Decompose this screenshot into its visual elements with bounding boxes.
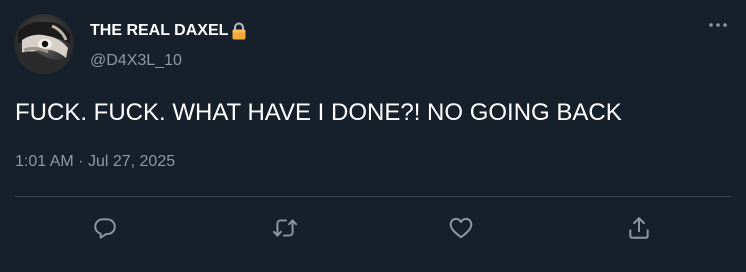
retweet-icon	[272, 219, 298, 237]
more-options-button[interactable]	[703, 15, 733, 35]
tweet-timestamp[interactable]: 1:01 AM · Jul 27, 2025	[15, 152, 175, 172]
display-name-text: THE REAL DAXEL	[90, 22, 229, 39]
meta-separator: ·	[78, 153, 84, 170]
tweet-date: Jul 27, 2025	[87, 153, 176, 170]
divider	[15, 196, 731, 197]
retweet-button[interactable]	[269, 212, 301, 244]
tweet-card: THE REAL DAXEL @D4X3L_10 FUCK. FUCK. WHA…	[0, 0, 746, 272]
share-button[interactable]	[623, 212, 655, 244]
reply-icon	[94, 218, 116, 239]
user-handle[interactable]: @D4X3L_10	[90, 51, 182, 71]
more-options-icon	[709, 23, 727, 27]
lock-icon	[229, 21, 249, 41]
heart-icon	[449, 217, 473, 239]
tweet-time: 1:01 AM	[15, 153, 74, 170]
avatar-image	[14, 14, 74, 74]
display-name[interactable]: THE REAL DAXEL	[90, 21, 249, 41]
reply-button[interactable]	[89, 212, 121, 244]
avatar[interactable]	[14, 14, 74, 74]
tweet-text: FUCK. FUCK. WHAT HAVE I DONE?! NO GOING …	[15, 99, 622, 126]
share-icon	[629, 217, 649, 239]
like-button[interactable]	[445, 212, 477, 244]
